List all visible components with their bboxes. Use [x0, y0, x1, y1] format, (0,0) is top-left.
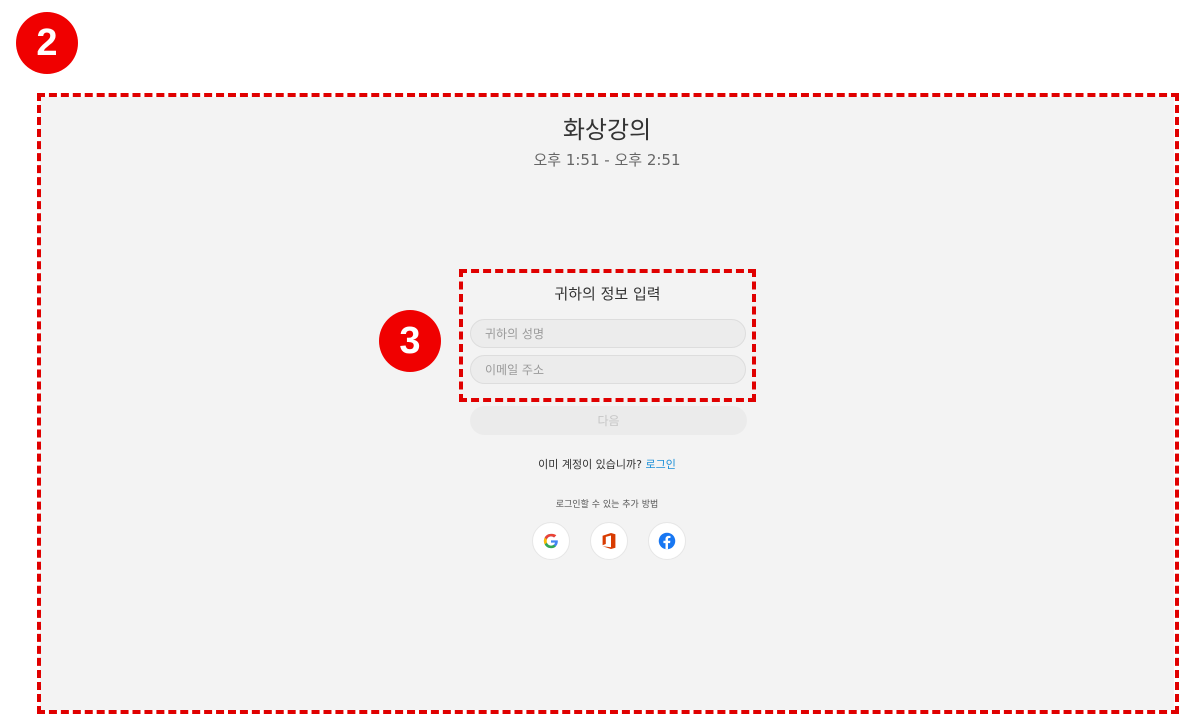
google-icon — [543, 533, 559, 549]
meeting-time-range: 오후 1:51 - 오후 2:51 — [533, 151, 681, 169]
office-login-button[interactable] — [590, 522, 628, 560]
name-input[interactable] — [470, 319, 746, 348]
email-input[interactable] — [470, 355, 746, 384]
next-button[interactable]: 다음 — [470, 406, 747, 435]
meeting-title: 화상강의 — [562, 116, 652, 144]
step-3-badge: 3 — [379, 310, 441, 372]
facebook-login-button[interactable] — [648, 522, 686, 560]
meeting-join-panel — [40, 97, 1174, 710]
existing-account-prompt: 이미 계정이 있습니까? — [538, 458, 646, 471]
office-icon — [602, 533, 616, 549]
alternative-login-text: 로그인할 수 있는 추가 방법 — [555, 500, 659, 510]
step-2-badge: 2 — [16, 12, 78, 74]
existing-account-line: 이미 계정이 있습니까? 로그인 — [40, 456, 1174, 472]
google-login-button[interactable] — [532, 522, 570, 560]
facebook-icon — [658, 532, 676, 550]
login-link[interactable]: 로그인 — [646, 458, 676, 471]
form-heading: 귀하의 정보 입력 — [554, 285, 661, 303]
